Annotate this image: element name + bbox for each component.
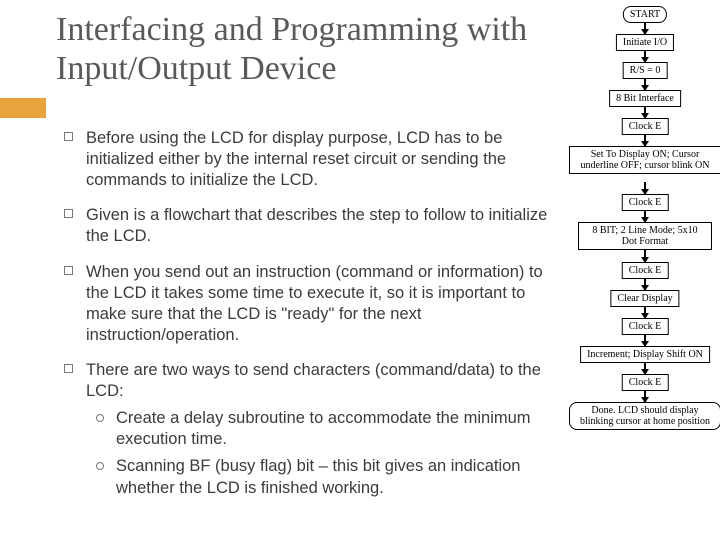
slide-body: Before using the LCD for display purpose…	[56, 128, 566, 513]
slide: Interfacing and Programming with Input/O…	[0, 0, 720, 540]
flow-node-start: START	[623, 6, 667, 23]
bullet-text: Before using the LCD for display purpose…	[86, 129, 506, 189]
flow-node: Clock E	[622, 118, 669, 135]
bullet-text: Given is a flowchart that describes the …	[86, 206, 547, 245]
flow-node: Clock E	[622, 194, 669, 211]
flow-node: Clock E	[622, 262, 669, 279]
accent-bar	[0, 98, 46, 118]
sub-bullet-text: Create a delay subroutine to accommodate…	[116, 409, 531, 448]
flow-node: Initiate I/O	[616, 34, 674, 51]
flow-node: 8 BIT; 2 Line Mode; 5x10 Dot Format	[578, 222, 712, 250]
flow-node: 8 Bit Interface	[609, 90, 681, 107]
bullet-item: When you send out an instruction (comman…	[56, 262, 566, 346]
flow-node: Clock E	[622, 318, 669, 335]
flow-node: Set To Display ON; Cursor underline OFF;…	[569, 146, 720, 174]
sub-bullet-list: Create a delay subroutine to accommodate…	[86, 408, 566, 498]
flow-node-done: Done. LCD should display blinking cursor…	[569, 402, 720, 430]
flow-node: Clock E	[622, 374, 669, 391]
sub-bullet-text: Scanning BF (busy flag) bit – this bit g…	[116, 457, 520, 496]
bullet-text: When you send out an instruction (comman…	[86, 263, 543, 344]
flowchart: START Initiate I/O R/S = 0 8 Bit Interfa…	[570, 0, 720, 540]
sub-bullet-item: Scanning BF (busy flag) bit – this bit g…	[86, 456, 566, 498]
bullet-text: There are two ways to send characters (c…	[86, 361, 541, 400]
bullet-item: Given is a flowchart that describes the …	[56, 205, 566, 247]
bullet-item: There are two ways to send characters (c…	[56, 360, 566, 499]
flow-node: R/S = 0	[623, 62, 668, 79]
bullet-item: Before using the LCD for display purpose…	[56, 128, 566, 191]
sub-bullet-item: Create a delay subroutine to accommodate…	[86, 408, 566, 450]
bullet-list: Before using the LCD for display purpose…	[56, 128, 566, 499]
flow-node: Clear Display	[610, 290, 679, 307]
slide-title: Interfacing and Programming with Input/O…	[56, 10, 536, 88]
flow-node: Increment; Display Shift ON	[580, 346, 710, 363]
